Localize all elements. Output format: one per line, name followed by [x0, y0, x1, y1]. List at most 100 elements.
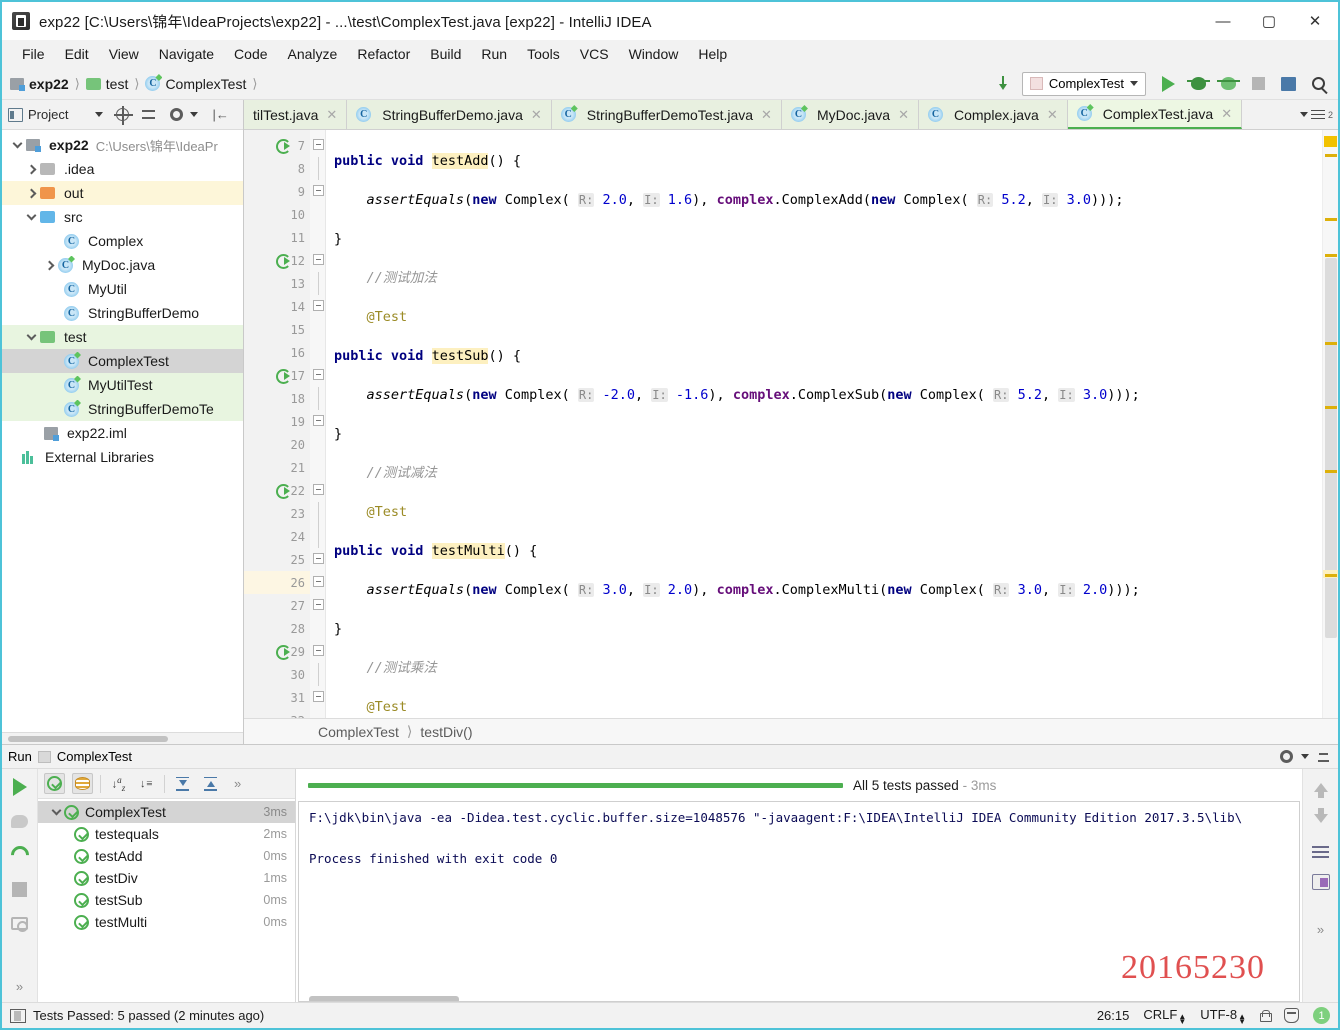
tree-node-myutiltest[interactable]: C MyUtilTest	[2, 373, 243, 397]
collapse-all-icon[interactable]	[142, 108, 156, 121]
search-everywhere-button[interactable]	[1304, 71, 1332, 97]
menu-view[interactable]: View	[99, 44, 149, 64]
tab-complextest[interactable]: C ComplexTest.java ✕	[1067, 100, 1243, 129]
breadcrumb-method[interactable]: testDiv()	[420, 724, 472, 740]
menu-navigate[interactable]: Navigate	[149, 44, 224, 64]
close-icon[interactable]: ✕	[761, 107, 772, 123]
soft-wrap-button[interactable]	[1312, 845, 1329, 860]
tree-node-external-libraries[interactable]: External Libraries	[2, 445, 243, 469]
warning-marker[interactable]	[1325, 342, 1337, 345]
warning-marker[interactable]	[1325, 254, 1337, 257]
tree-node-src[interactable]: src	[2, 205, 243, 229]
test-row[interactable]: testSub 0ms	[38, 889, 295, 911]
nav-crumb-folder[interactable]: test	[106, 76, 129, 92]
run-test-icon[interactable]	[276, 483, 291, 499]
next-occurrence-button[interactable]	[1313, 808, 1328, 823]
rerun-failed-button[interactable]	[6, 842, 33, 868]
menu-edit[interactable]: Edit	[55, 44, 99, 64]
close-icon[interactable]: ✕	[531, 107, 542, 123]
gear-icon[interactable]	[1280, 750, 1293, 763]
fold-row[interactable]	[310, 410, 325, 433]
tree-node-exp22[interactable]: exp22 C:\Users\锦年\IdeaPr	[2, 133, 243, 157]
tabs-overflow[interactable]: 2	[1294, 100, 1338, 129]
warning-marker[interactable]	[1325, 154, 1337, 157]
tree-node-complextest[interactable]: C ComplexTest	[2, 349, 243, 373]
test-row[interactable]: testequals 2ms	[38, 823, 295, 845]
warning-marker[interactable]	[1324, 136, 1337, 147]
project-structure-button[interactable]	[1274, 71, 1302, 97]
scrollbar-thumb[interactable]	[1325, 258, 1337, 638]
menu-code[interactable]: Code	[224, 44, 277, 64]
scroll-from-source-icon[interactable]	[114, 106, 134, 125]
twisty[interactable]	[22, 164, 40, 174]
menu-vcs[interactable]: VCS	[570, 44, 619, 64]
nav-crumb-class[interactable]: ComplexTest	[165, 76, 246, 92]
console-horizontal-scrollbar[interactable]	[309, 996, 459, 1001]
print-button[interactable]	[1311, 874, 1330, 890]
test-row[interactable]: testDiv 1ms	[38, 867, 295, 889]
fold-row[interactable]	[310, 571, 325, 594]
line-number-gutter[interactable]: 7 8 9 10 11 12 13 14 15 16 17 18 19 20 2…	[244, 130, 310, 718]
settings-dropdown-icon[interactable]	[190, 112, 199, 117]
tab-stringbufferdemo[interactable]: C StringBufferDemo.java ✕	[347, 100, 552, 129]
sort-by-duration-button[interactable]: ↓≡	[136, 773, 157, 794]
run-test-icon[interactable]	[276, 138, 291, 154]
fold-row[interactable]	[310, 479, 325, 502]
fold-row[interactable]	[310, 249, 325, 272]
fold-row[interactable]	[310, 548, 325, 571]
lock-icon[interactable]	[1260, 1009, 1272, 1022]
console-output[interactable]: F:\jdk\bin\java -ea -Didea.test.cyclic.b…	[298, 801, 1300, 1002]
stop-process-button[interactable]	[9, 878, 31, 900]
twisty[interactable]	[22, 210, 40, 221]
rerun-button[interactable]	[9, 776, 31, 798]
twisty[interactable]	[22, 188, 40, 198]
warning-marker[interactable]	[1325, 574, 1337, 577]
tab-complex[interactable]: C Complex.java ✕	[918, 100, 1068, 129]
menu-analyze[interactable]: Analyze	[278, 44, 348, 64]
twisty[interactable]	[22, 330, 40, 341]
close-icon[interactable]: ✕	[326, 107, 337, 123]
run-button[interactable]	[1154, 71, 1182, 97]
tree-node-mydoc[interactable]: C MyDoc.java	[2, 253, 243, 277]
debug-button[interactable]	[1184, 71, 1212, 97]
chevron-down-icon[interactable]	[1301, 754, 1309, 759]
tree-node-stringbufferdemotest[interactable]: C StringBufferDemoTe	[2, 397, 243, 421]
expand-all-button[interactable]	[172, 773, 193, 794]
menu-tools[interactable]: Tools	[517, 44, 570, 64]
warning-marker[interactable]	[1325, 406, 1337, 409]
project-view-dropdown-icon[interactable]	[95, 112, 104, 117]
warning-marker[interactable]	[1325, 470, 1337, 473]
more-actions-icon[interactable]: »	[234, 776, 241, 791]
fold-row[interactable]	[310, 364, 325, 387]
code-text-area[interactable]: public void testAdd() { assertEquals(new…	[326, 130, 1322, 718]
update-project-button[interactable]	[992, 71, 1020, 97]
tab-list-icon[interactable]	[1310, 109, 1325, 121]
fold-row[interactable]	[310, 686, 325, 709]
twisty[interactable]	[48, 805, 64, 816]
editor-marker-scrollbar[interactable]	[1322, 130, 1338, 718]
tree-node-out[interactable]: out	[2, 181, 243, 205]
previous-occurrence-button[interactable]	[1313, 783, 1328, 798]
show-ignored-toggle[interactable]	[72, 773, 93, 794]
tree-node-iml[interactable]: exp22.iml	[2, 421, 243, 445]
run-panel-config-name[interactable]: ComplexTest	[57, 749, 132, 764]
fold-row[interactable]	[310, 640, 325, 663]
notification-badge[interactable]: 1	[1313, 1007, 1330, 1024]
minimize-button[interactable]: —	[1200, 2, 1246, 40]
breadcrumb-class[interactable]: ComplexTest	[318, 724, 399, 740]
twisty[interactable]	[8, 138, 26, 149]
tab-myutiltest[interactable]: tilTest.java ✕	[244, 100, 348, 129]
code-folding-gutter[interactable]	[310, 130, 326, 718]
test-row[interactable]: testMulti 0ms	[38, 911, 295, 933]
hide-icon[interactable]	[1317, 751, 1330, 762]
sort-alphabetically-button[interactable]: ↓az	[108, 773, 129, 794]
close-icon[interactable]: ✕	[1047, 107, 1058, 123]
caret-position[interactable]: 26:15	[1097, 1008, 1130, 1023]
run-test-icon[interactable]	[276, 253, 291, 269]
menu-run[interactable]: Run	[471, 44, 517, 64]
tree-node-complex[interactable]: C Complex	[2, 229, 243, 253]
menu-build[interactable]: Build	[420, 44, 471, 64]
tree-node-test[interactable]: test	[2, 325, 243, 349]
warning-marker[interactable]	[1325, 218, 1337, 221]
tab-mydoc[interactable]: C MyDoc.java ✕	[781, 100, 919, 129]
